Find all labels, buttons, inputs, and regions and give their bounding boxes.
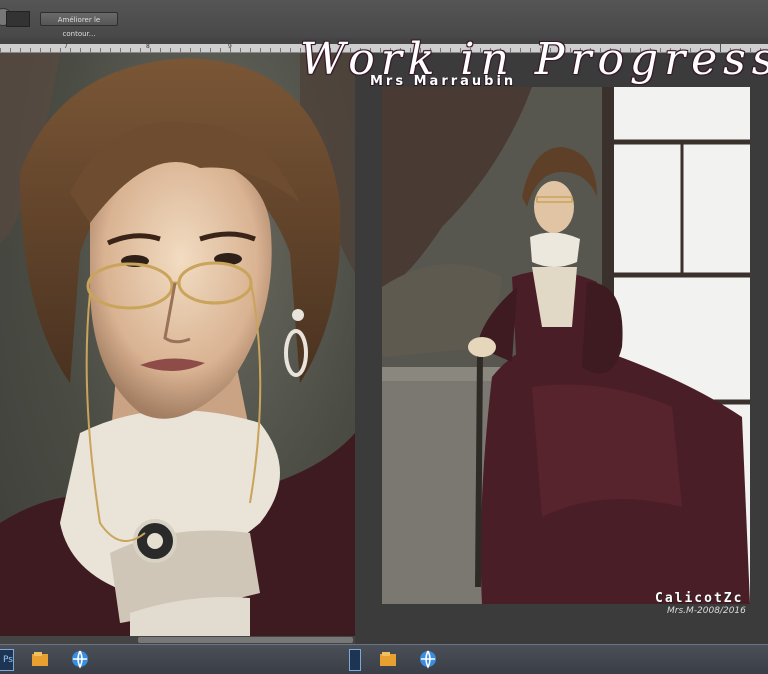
ruler-tick bbox=[230, 48, 231, 52]
browser-app-icon[interactable] bbox=[70, 649, 90, 669]
ruler-tick bbox=[50, 48, 51, 52]
ruler-tick bbox=[130, 48, 131, 52]
ruler-tick bbox=[270, 48, 271, 52]
ruler-tick bbox=[170, 48, 171, 52]
scrollbar-thumb[interactable] bbox=[138, 637, 353, 643]
ruler-tick bbox=[40, 48, 41, 52]
ruler-tick bbox=[290, 48, 291, 52]
ruler-tick bbox=[260, 48, 261, 52]
full-figure-canvas[interactable] bbox=[382, 87, 750, 604]
browser-app-icon-2[interactable] bbox=[418, 649, 438, 669]
ruler-tick bbox=[200, 48, 201, 52]
ruler-tick bbox=[90, 48, 91, 52]
ruler-label: 7 bbox=[64, 43, 68, 50]
ruler-tick bbox=[280, 48, 281, 52]
ruler-tick bbox=[20, 48, 21, 52]
folder-app-icon-2[interactable] bbox=[378, 649, 398, 669]
ruler-tick bbox=[0, 48, 1, 52]
full-figure-painting bbox=[382, 87, 750, 604]
ruler-tick bbox=[30, 48, 31, 52]
ruler-tick bbox=[60, 48, 61, 52]
refine-edge-button[interactable]: Améliorer le contour... bbox=[40, 12, 118, 38]
horizontal-scrollbar[interactable] bbox=[0, 636, 355, 644]
closeup-portrait-painting bbox=[0, 53, 355, 636]
artwork-credit: Mrs.M-2008/2016 bbox=[667, 606, 746, 616]
ruler-tick bbox=[100, 48, 101, 52]
artwork-subtitle: Mrs Marraubin bbox=[370, 74, 517, 89]
ruler-tick bbox=[150, 48, 151, 52]
ruler-tick bbox=[210, 48, 211, 52]
value-field[interactable] bbox=[6, 11, 30, 27]
closeup-canvas[interactable] bbox=[0, 53, 355, 636]
ruler-tick bbox=[70, 48, 71, 52]
folder-app-icon[interactable] bbox=[30, 649, 50, 669]
ruler-tick bbox=[120, 48, 121, 52]
ruler-tick bbox=[220, 48, 221, 52]
ruler-tick bbox=[240, 48, 241, 52]
artist-signature: CalicotZc bbox=[655, 591, 744, 606]
ruler-tick bbox=[160, 48, 161, 52]
ruler-tick bbox=[250, 48, 251, 52]
ruler-tick bbox=[110, 48, 111, 52]
ruler-tick bbox=[140, 48, 141, 52]
ruler-tick bbox=[80, 48, 81, 52]
ruler-tick bbox=[180, 48, 181, 52]
taskbar: Ps bbox=[0, 644, 768, 674]
ruler-tick bbox=[190, 48, 191, 52]
photoshop-taskbar-button-2[interactable] bbox=[349, 649, 361, 671]
photoshop-taskbar-button[interactable]: Ps bbox=[0, 649, 14, 671]
ruler-tick bbox=[10, 48, 11, 52]
